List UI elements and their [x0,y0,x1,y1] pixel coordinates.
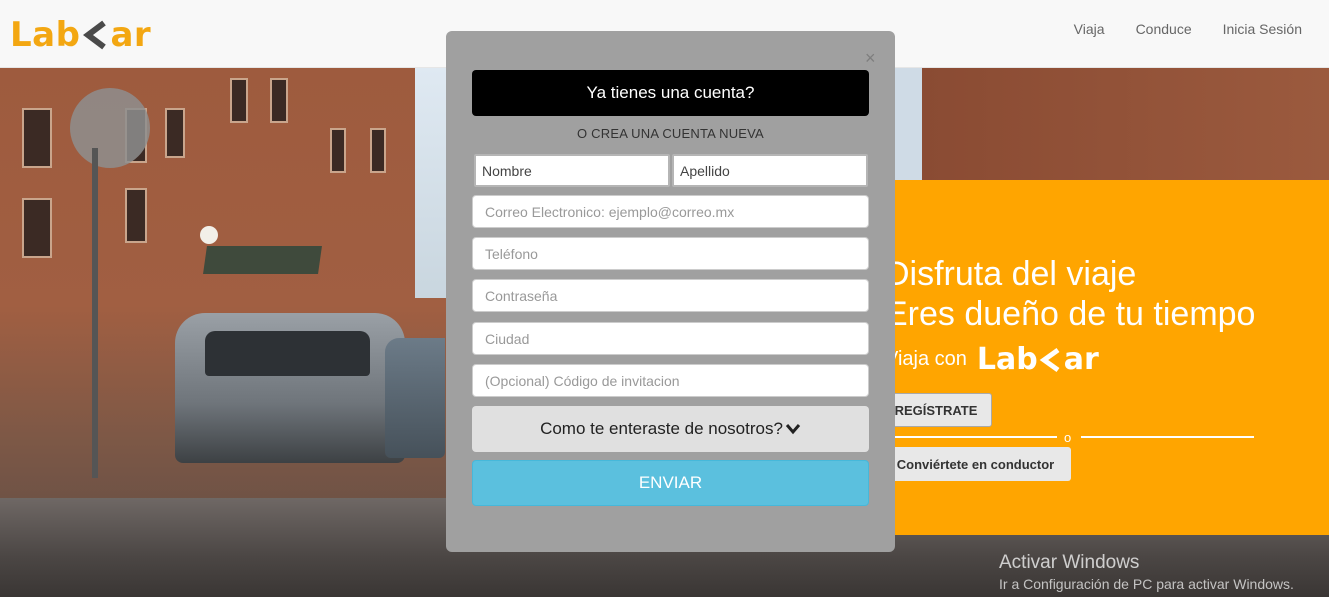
windows-activation-title: Activar Windows [999,552,1140,573]
divider-or: o [1064,430,1072,445]
sky-strip-right [895,68,925,180]
car-windshield [205,331,370,376]
window [22,108,52,168]
windows-activation-subtitle: Ir a Configuración de PC para activar Wi… [999,576,1294,592]
car [385,338,445,458]
nav-conduce[interactable]: Conduce [1136,21,1192,37]
invite-code-field[interactable]: (Opcional) Código de invitacion [472,364,869,397]
window [370,128,386,173]
window [330,128,346,173]
sign-pole [92,148,98,478]
password-field[interactable]: Contraseña [472,279,869,312]
divider-line-right [1081,436,1254,438]
signup-modal: × Ya tienes una cuenta? O CREA UNA CUENT… [446,31,895,552]
building-right [922,68,1329,180]
close-icon[interactable]: × [865,49,876,67]
nav-login[interactable]: Inicia Sesión [1223,21,1302,37]
referral-source-label: Como te enteraste de nosotros? [540,419,783,438]
car [175,313,405,463]
phone-field[interactable]: Teléfono [472,237,869,270]
city-field[interactable]: Ciudad [472,322,869,355]
nav-viaja[interactable]: Viaja [1074,21,1105,37]
window [125,188,147,243]
labcar-logo[interactable]: Lab ar [10,14,151,56]
chevron-down-icon [785,424,801,435]
become-driver-button[interactable]: Conviértete en conductor [880,447,1071,481]
promo-subheadline: Eres dueño de tu tiempo [885,295,1256,333]
promo-headline: Disfruta del viaje [885,255,1137,293]
register-button[interactable]: REGÍSTRATE [880,393,992,427]
main-nav: Viaja Conduce Inicia Sesión [1074,21,1302,37]
chevron-left-icon [83,20,107,50]
logo-text-right: ar [110,15,152,55]
promo-logo-right: ar [1063,342,1099,377]
window [270,78,288,123]
referral-source-dropdown[interactable]: Como te enteraste de nosotros? [472,406,869,452]
window [22,198,52,258]
window [165,108,185,158]
window [230,78,248,123]
promo-logo: Lab ar [977,342,1099,377]
stop-sign [70,88,150,168]
chevron-left-icon [1039,347,1060,372]
promo-logo-left: Lab [976,342,1038,377]
promo-tagline: Viaja con Lab ar [885,342,1099,377]
promo-tagline-text: Viaja con [885,348,967,370]
logo-text-left: Lab [10,15,81,55]
last-name-field[interactable]: Apellido [672,154,868,187]
create-account-heading: O CREA UNA CUENTA NUEVA [577,126,764,141]
first-name-field[interactable]: Nombre [474,154,670,187]
street-lamp [200,226,218,244]
email-field[interactable]: Correo Electronico: ejemplo@correo.mx [472,195,869,228]
divider-line-left [885,436,1057,438]
promo-panel: Disfruta del viaje Eres dueño de tu tiem… [870,180,1329,535]
login-button[interactable]: Ya tienes una cuenta? [472,70,869,116]
submit-button[interactable]: ENVIAR [472,460,869,506]
awning [203,246,322,274]
